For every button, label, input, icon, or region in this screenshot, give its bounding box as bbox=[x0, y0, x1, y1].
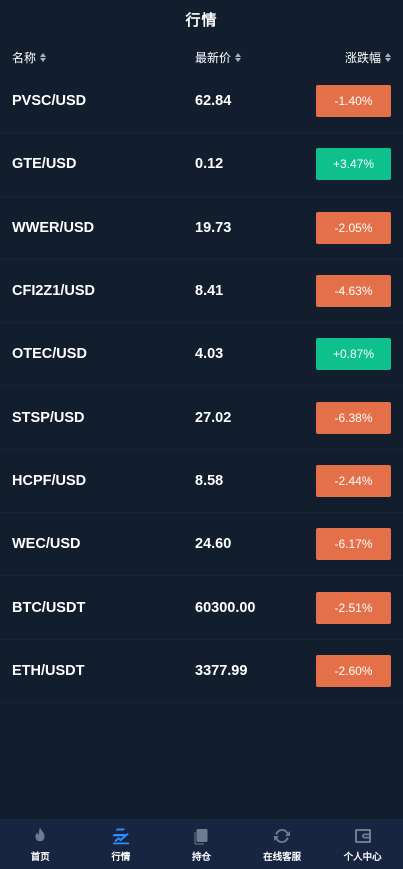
pair-name: STSP/USD bbox=[12, 409, 85, 426]
sort-by-change[interactable]: 涨跌幅 bbox=[315, 49, 391, 66]
pair-name: HCPF/USD bbox=[12, 472, 87, 489]
tab-home[interactable]: 首页 bbox=[0, 819, 81, 869]
pair-name: GTE/USD bbox=[12, 156, 77, 173]
sort-by-price[interactable]: 最新价 bbox=[195, 49, 315, 66]
refresh-icon bbox=[274, 828, 291, 843]
pair-name: CFI2Z1/USD bbox=[12, 283, 95, 300]
page-header: 行情 bbox=[0, 0, 403, 38]
change-badge: -2.51% bbox=[316, 591, 391, 624]
last-price: 62.84 bbox=[195, 93, 232, 110]
change-badge: -2.44% bbox=[316, 464, 391, 497]
last-price: 27.02 bbox=[195, 409, 232, 426]
tab-label: 首页 bbox=[30, 851, 50, 863]
market-row[interactable]: GTE/USD 0.12 +3.47% bbox=[0, 133, 403, 197]
market-row[interactable]: STSP/USD 27.02 -6.38% bbox=[0, 386, 403, 450]
change-badge: -2.60% bbox=[316, 654, 391, 687]
change-column-label: 涨跌幅 bbox=[344, 50, 381, 65]
tab-positions[interactable]: 持仓 bbox=[161, 819, 242, 869]
sort-by-name[interactable]: 名称 bbox=[12, 49, 195, 66]
pair-name: WEC/USD bbox=[12, 536, 81, 553]
pair-name: OTEC/USD bbox=[12, 346, 87, 363]
tab-label: 在线客服 bbox=[263, 851, 302, 863]
pair-name: WWER/USD bbox=[12, 219, 95, 236]
tab-customer-service[interactable]: 在线客服 bbox=[242, 819, 323, 869]
market-row[interactable]: CFI2Z1/USD 8.41 -4.63% bbox=[0, 260, 403, 324]
change-badge: +3.47% bbox=[316, 148, 391, 181]
bottom-tab-bar: 首页 行情 持仓 在线客服 个人中心 bbox=[0, 819, 403, 869]
last-price: 8.58 bbox=[195, 472, 224, 489]
pair-name: ETH/USDT bbox=[12, 662, 85, 679]
price-column-label: 最新价 bbox=[195, 50, 232, 65]
wallet-icon bbox=[354, 828, 371, 843]
change-badge: -4.63% bbox=[316, 275, 391, 308]
last-price: 8.41 bbox=[195, 283, 224, 300]
market-row[interactable]: WWER/USD 19.73 -2.05% bbox=[0, 197, 403, 260]
tab-label: 行情 bbox=[111, 851, 131, 863]
flame-icon bbox=[35, 827, 45, 841]
last-price: 0.12 bbox=[195, 156, 224, 173]
market-icon bbox=[112, 828, 129, 844]
change-badge: +0.87% bbox=[316, 338, 391, 371]
last-price: 19.73 bbox=[195, 219, 232, 236]
tab-label: 持仓 bbox=[191, 851, 211, 863]
market-row[interactable]: BTC/USDT 60300.00 -2.51% bbox=[0, 576, 403, 640]
change-badge: -2.05% bbox=[316, 211, 391, 244]
page-title: 行情 bbox=[185, 11, 218, 29]
name-column-label: 名称 bbox=[12, 50, 37, 65]
last-price: 3377.99 bbox=[195, 662, 248, 679]
market-row[interactable]: WEC/USD 24.60 -6.17% bbox=[0, 513, 403, 577]
change-badge: -1.40% bbox=[316, 85, 391, 118]
market-row[interactable]: PVSC/USD 62.84 -1.40% bbox=[0, 70, 403, 134]
last-price: 60300.00 bbox=[195, 599, 256, 616]
pair-name: PVSC/USD bbox=[12, 93, 87, 110]
market-row[interactable]: HCPF/USD 8.58 -2.44% bbox=[0, 450, 403, 514]
market-list: PVSC/USD 62.84 -1.40% GTE/USD 0.12 +3.47… bbox=[0, 70, 403, 703]
market-row[interactable]: ETH/USDT 3377.99 -2.60% bbox=[0, 640, 403, 703]
pair-name: BTC/USDT bbox=[12, 599, 86, 616]
change-badge: -6.38% bbox=[316, 401, 391, 434]
tab-market[interactable]: 行情 bbox=[81, 819, 162, 869]
market-row[interactable]: OTEC/USD 4.03 +0.87% bbox=[0, 323, 403, 387]
document-icon bbox=[194, 828, 208, 844]
sort-arrows-icon bbox=[235, 52, 242, 62]
tab-profile[interactable]: 个人中心 bbox=[322, 819, 403, 869]
sort-arrows-icon bbox=[385, 52, 391, 62]
tab-label: 个人中心 bbox=[343, 851, 382, 863]
last-price: 24.60 bbox=[195, 536, 232, 553]
change-badge: -6.17% bbox=[316, 528, 391, 561]
last-price: 4.03 bbox=[195, 346, 224, 363]
sort-arrows-icon bbox=[40, 52, 47, 62]
